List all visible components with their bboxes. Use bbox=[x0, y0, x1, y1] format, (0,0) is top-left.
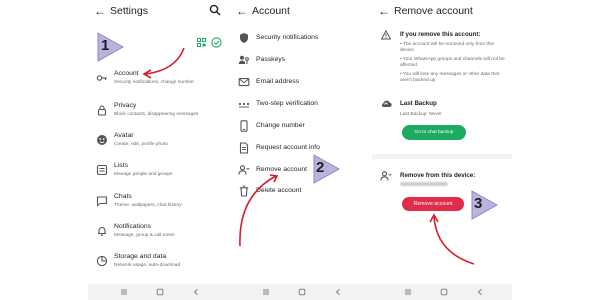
recents-icon[interactable] bbox=[262, 288, 270, 296]
account-item-label: Delete account bbox=[256, 187, 302, 194]
qr-code-icon[interactable] bbox=[197, 38, 206, 47]
back-nav-icon[interactable] bbox=[192, 288, 200, 296]
settings-item-privacy[interactable]: Privacy Block contacts, disappearing mes… bbox=[88, 100, 232, 122]
step-3-number: 3 bbox=[474, 195, 483, 212]
storage-icon bbox=[96, 255, 108, 267]
page-title: Account bbox=[252, 5, 290, 17]
dots-icon bbox=[238, 102, 250, 108]
warning-title: If you remove this account: bbox=[400, 31, 481, 38]
account-item-label: Change number bbox=[256, 122, 305, 129]
step-2-number: 2 bbox=[316, 159, 325, 176]
account-item-label: Passkeys bbox=[256, 56, 286, 63]
account-item-label: Email address bbox=[256, 78, 300, 85]
cloud-backup-icon bbox=[381, 100, 392, 108]
back-nav-icon[interactable] bbox=[334, 288, 342, 296]
account-item-passkeys[interactable]: Passkeys bbox=[230, 52, 374, 70]
settings-item-label: Storage and data bbox=[114, 253, 167, 260]
settings-item-account[interactable]: Account Security notifications, change n… bbox=[88, 68, 232, 90]
account-item-email-address[interactable]: Email address bbox=[230, 74, 374, 92]
step-1-number: 1 bbox=[101, 37, 110, 54]
back-nav-icon[interactable] bbox=[476, 288, 484, 296]
settings-item-subtitle: Create, edit, profile photo bbox=[114, 142, 168, 147]
settings-header: ← Settings bbox=[88, 0, 232, 26]
settings-item-label: Avatar bbox=[114, 132, 134, 139]
account-item-two-step-verification[interactable]: Two-step verification bbox=[230, 96, 374, 114]
backup-status: Last Backup: Never bbox=[400, 112, 442, 117]
account-item-delete-account[interactable]: Delete account bbox=[230, 183, 374, 201]
home-icon[interactable] bbox=[156, 288, 164, 296]
back-arrow-icon[interactable]: ← bbox=[236, 4, 248, 18]
warning-bullet: • The account will be removed only from … bbox=[400, 42, 494, 54]
lists-icon bbox=[96, 164, 108, 176]
person-remove-icon bbox=[380, 171, 392, 181]
warning-icon bbox=[381, 30, 391, 40]
account-item-label: Remove account bbox=[256, 166, 308, 173]
settings-item-subtitle: Network usage, auto-download bbox=[114, 263, 181, 268]
home-icon[interactable] bbox=[440, 288, 448, 296]
settings-item-label: Notifications bbox=[114, 223, 152, 230]
settings-item-subtitle: Security notifications, change number bbox=[114, 80, 194, 85]
settings-item-label: Lists bbox=[114, 162, 128, 169]
remove-account-header: ← Remove account bbox=[372, 0, 512, 26]
remove-from-device-title: Remove from this device: bbox=[400, 172, 476, 179]
warning-list: • The account will be removed only from … bbox=[400, 42, 508, 84]
account-item-label: Two-step verification bbox=[256, 100, 318, 107]
settings-item-chats[interactable]: Chats Theme, wallpapers, chat history bbox=[88, 191, 232, 213]
trash-icon bbox=[239, 185, 249, 197]
back-arrow-icon[interactable]: ← bbox=[378, 4, 390, 18]
account-item-label: Request account info bbox=[256, 144, 320, 151]
settings-item-label: Account bbox=[114, 70, 139, 77]
recents-icon[interactable] bbox=[120, 288, 128, 296]
settings-item-subtitle: Manage people and groups bbox=[114, 172, 173, 177]
mail-icon bbox=[238, 78, 250, 87]
lock-icon bbox=[97, 105, 107, 116]
account-header: ← Account bbox=[230, 0, 374, 26]
recents-icon[interactable] bbox=[404, 288, 412, 296]
system-nav-bar bbox=[230, 284, 374, 300]
account-screen: ← Account Security notifications Passkey… bbox=[230, 0, 374, 300]
back-arrow-icon[interactable]: ← bbox=[94, 4, 106, 18]
system-nav-bar bbox=[372, 284, 512, 300]
blurred-phone-number bbox=[400, 182, 448, 186]
account-item-label: Security notifications bbox=[256, 34, 319, 41]
chat-icon bbox=[96, 196, 108, 207]
account-item-remove-account[interactable]: Remove account bbox=[230, 162, 374, 180]
warning-bullet: • You will lose any messages or other da… bbox=[400, 71, 500, 84]
person-remove-icon bbox=[238, 165, 250, 175]
backup-title: Last Backup bbox=[400, 100, 437, 107]
remove-account-button[interactable]: Remove account bbox=[402, 197, 464, 211]
settings-item-subtitle: Message, group & call tones bbox=[114, 233, 175, 238]
settings-item-label: Chats bbox=[114, 193, 132, 200]
settings-item-subtitle: Theme, wallpapers, chat history bbox=[114, 203, 182, 208]
remove-account-screen: ← Remove account If you remove this acco… bbox=[372, 0, 512, 300]
go-to-chat-backup-button[interactable]: Go to chat backup bbox=[402, 125, 466, 140]
settings-item-notifications[interactable]: Notifications Message, group & call tone… bbox=[88, 221, 232, 243]
account-item-change-number[interactable]: Change number bbox=[230, 118, 374, 136]
key-icon bbox=[96, 75, 107, 81]
shield-icon bbox=[240, 33, 248, 43]
page-title: Remove account bbox=[394, 5, 473, 17]
warning-bullet: • Your WhatsApp groups and channels will… bbox=[400, 56, 505, 69]
document-icon bbox=[239, 142, 249, 154]
page-title: Settings bbox=[110, 5, 148, 17]
settings-item-avatar[interactable]: Avatar Create, edit, profile photo bbox=[88, 130, 232, 152]
section-divider bbox=[372, 154, 512, 159]
search-icon[interactable] bbox=[208, 3, 222, 17]
settings-item-lists[interactable]: Lists Manage people and groups bbox=[88, 160, 232, 182]
passkey-icon bbox=[238, 55, 249, 64]
home-icon[interactable] bbox=[298, 288, 306, 296]
avatar-icon bbox=[97, 135, 107, 145]
bell-icon bbox=[98, 227, 106, 237]
settings-item-storage[interactable]: Storage and data Network usage, auto-dow… bbox=[88, 251, 232, 273]
system-nav-bar bbox=[88, 284, 232, 300]
phone-icon bbox=[240, 120, 248, 132]
settings-item-label: Privacy bbox=[114, 102, 137, 109]
account-item-security-notifications[interactable]: Security notifications bbox=[230, 30, 374, 48]
account-item-request-account-info[interactable]: Request account info bbox=[230, 140, 374, 158]
check-circle-icon[interactable] bbox=[211, 37, 222, 48]
settings-item-subtitle: Block contacts, disappearing messages bbox=[114, 112, 199, 117]
